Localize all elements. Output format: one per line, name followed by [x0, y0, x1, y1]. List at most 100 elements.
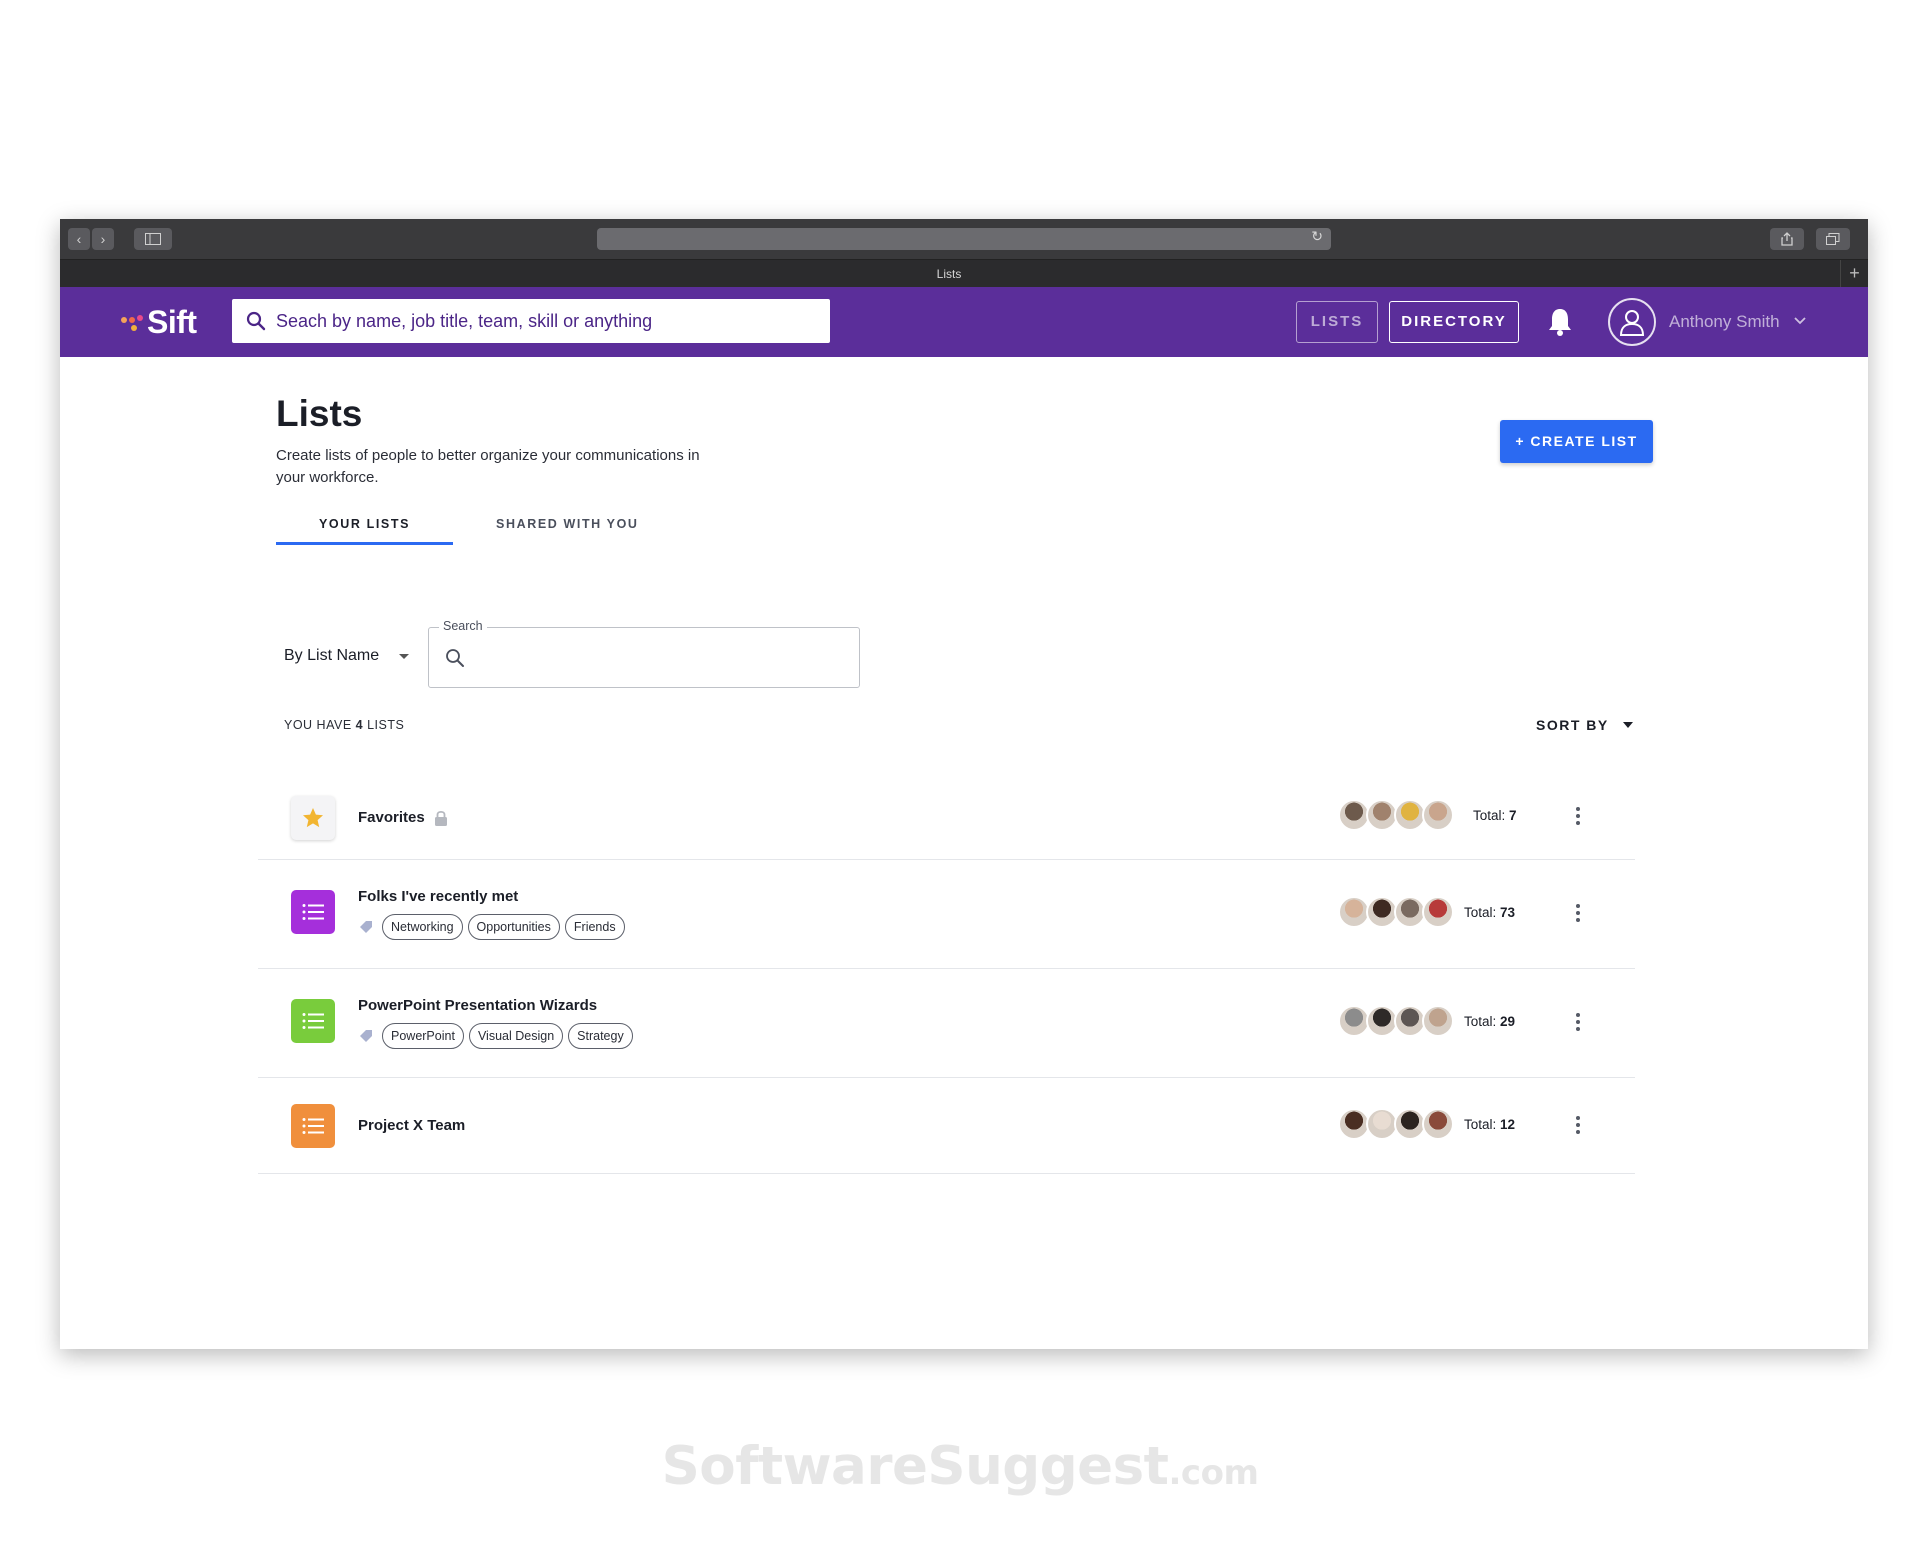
- member-total: Total: 29: [1464, 1014, 1515, 1029]
- total-value: 73: [1500, 905, 1516, 920]
- list-badge: [291, 1104, 335, 1148]
- count-value: 4: [355, 718, 364, 732]
- watermark: SoftwareSuggest.com: [0, 1436, 1920, 1497]
- global-search-input[interactable]: [276, 310, 816, 332]
- member-total: Total: 73: [1464, 905, 1515, 920]
- tag-list: Networking Opportunities Friends: [358, 914, 630, 940]
- tag-chip[interactable]: Strategy: [568, 1023, 633, 1049]
- total-value: 12: [1500, 1117, 1516, 1132]
- tag-list: PowerPoint Visual Design Strategy: [358, 1023, 638, 1049]
- page-subtitle: Create lists of people to better organiz…: [276, 447, 700, 486]
- favorites-badge: [291, 796, 335, 840]
- tab-your-lists[interactable]: YOUR LISTS: [276, 505, 454, 545]
- list-badge: [291, 999, 335, 1043]
- count-prefix: YOU HAVE: [284, 718, 352, 732]
- list-badge: [291, 890, 335, 934]
- browser-toolbar: ‹ › ↻: [60, 219, 1868, 259]
- member-avatar: [1422, 896, 1454, 928]
- tag-chip[interactable]: PowerPoint: [382, 1023, 464, 1049]
- star-icon: [303, 808, 323, 828]
- tag-icon: [360, 1030, 372, 1042]
- list-tabs: YOUR LISTS SHARED WITH YOU: [276, 505, 682, 545]
- browser-window: ‹ › ↻ Lists + Sift Seach by name, job ti…: [60, 219, 1868, 1349]
- tag-chip[interactable]: Opportunities: [467, 914, 560, 940]
- notification-bell-icon[interactable]: [1545, 306, 1575, 338]
- tab-shared-with-you[interactable]: SHARED WITH YOU: [453, 505, 682, 545]
- logo-text: Sift: [147, 303, 197, 340]
- tag-chip[interactable]: Networking: [382, 914, 463, 940]
- member-avatar: [1422, 1108, 1454, 1140]
- tag-icon: [360, 921, 372, 933]
- count-suffix: LISTS: [367, 718, 405, 732]
- more-options-icon[interactable]: [1573, 902, 1583, 924]
- user-name[interactable]: Anthony Smith: [1669, 312, 1780, 332]
- filter-dropdown[interactable]: By List Name: [284, 647, 410, 665]
- user-avatar[interactable]: [1608, 298, 1656, 346]
- list-row[interactable]: Project X Team Total: 12: [258, 1078, 1635, 1174]
- browser-tab-title[interactable]: Lists: [60, 267, 1838, 281]
- app-header: Sift LISTS DIRECTORY Anthony Smith: [60, 287, 1868, 357]
- list-count: YOU HAVE 4 LISTS: [284, 718, 404, 732]
- list-icon: [302, 1013, 324, 1029]
- member-avatar: [1422, 799, 1454, 831]
- member-avatars[interactable]: [1338, 799, 1454, 831]
- global-search[interactable]: [232, 299, 830, 343]
- lock-icon: [435, 810, 447, 826]
- tag-chip[interactable]: Visual Design: [468, 1023, 564, 1049]
- main-content: Lists Create lists of people to better o…: [60, 357, 1868, 1349]
- sort-by-dropdown[interactable]: SORT BY: [1536, 717, 1633, 733]
- caret-down-icon: [1622, 722, 1633, 728]
- more-options-icon[interactable]: [1573, 1011, 1583, 1033]
- member-total: Total: 7: [1473, 808, 1517, 823]
- tabs-overview-icon[interactable]: [1816, 228, 1850, 250]
- address-bar[interactable]: ↻: [597, 228, 1331, 250]
- member-avatar: [1422, 1005, 1454, 1037]
- tag-chip[interactable]: Friends: [564, 914, 625, 940]
- member-avatars[interactable]: [1338, 1108, 1454, 1140]
- forward-button[interactable]: ›: [92, 228, 114, 250]
- member-avatars[interactable]: [1338, 896, 1454, 928]
- member-avatars[interactable]: [1338, 1005, 1454, 1037]
- list-row-favorites[interactable]: Favorites Total: 7: [258, 775, 1635, 860]
- chevron-down-icon[interactable]: [1793, 313, 1807, 327]
- page-title: Lists: [276, 393, 363, 434]
- back-button[interactable]: ‹: [68, 228, 90, 250]
- total-label: Total:: [1464, 1117, 1497, 1132]
- create-list-button[interactable]: + CREATE LIST: [1500, 420, 1653, 463]
- share-icon[interactable]: [1770, 228, 1804, 250]
- sift-logo[interactable]: Sift: [119, 303, 197, 341]
- more-options-icon[interactable]: [1573, 1114, 1583, 1136]
- browser-tab-bar: Lists +: [60, 259, 1868, 288]
- watermark-suffix: .com: [1168, 1453, 1259, 1493]
- caret-down-icon: [399, 653, 410, 659]
- watermark-text: SoftwareSuggest: [661, 1436, 1169, 1497]
- total-value: 7: [1509, 808, 1517, 823]
- filter-label: By List Name: [284, 647, 380, 664]
- total-label: Total:: [1473, 808, 1506, 823]
- list-name[interactable]: Project X Team: [358, 1117, 465, 1134]
- nav-lists-button[interactable]: LISTS: [1296, 301, 1378, 343]
- list-name[interactable]: PowerPoint Presentation Wizards: [358, 997, 597, 1014]
- list-icon: [302, 1118, 324, 1134]
- list-name[interactable]: Favorites: [358, 809, 425, 826]
- reload-icon[interactable]: ↻: [1311, 228, 1323, 245]
- total-label: Total:: [1464, 905, 1497, 920]
- list-row[interactable]: Folks I've recently met Networking Oppor…: [258, 860, 1635, 969]
- more-options-icon[interactable]: [1573, 805, 1583, 827]
- logo-dots-icon: [119, 311, 147, 333]
- nav-directory-button[interactable]: DIRECTORY: [1389, 301, 1519, 343]
- search-icon: [446, 649, 464, 667]
- list-icon: [302, 904, 324, 920]
- user-icon: [1619, 310, 1645, 336]
- sort-by-label: SORT BY: [1536, 717, 1609, 733]
- list-row[interactable]: PowerPoint Presentation Wizards PowerPoi…: [258, 969, 1635, 1078]
- member-total: Total: 12: [1464, 1117, 1515, 1132]
- total-value: 29: [1500, 1014, 1516, 1029]
- list-search-field[interactable]: Search: [428, 619, 860, 688]
- total-label: Total:: [1464, 1014, 1497, 1029]
- list-name[interactable]: Folks I've recently met: [358, 888, 518, 905]
- sidebar-toggle-icon[interactable]: [134, 228, 172, 250]
- new-tab-button[interactable]: +: [1840, 260, 1868, 288]
- search-icon: [246, 311, 266, 331]
- list-search-label: Search: [439, 619, 487, 633]
